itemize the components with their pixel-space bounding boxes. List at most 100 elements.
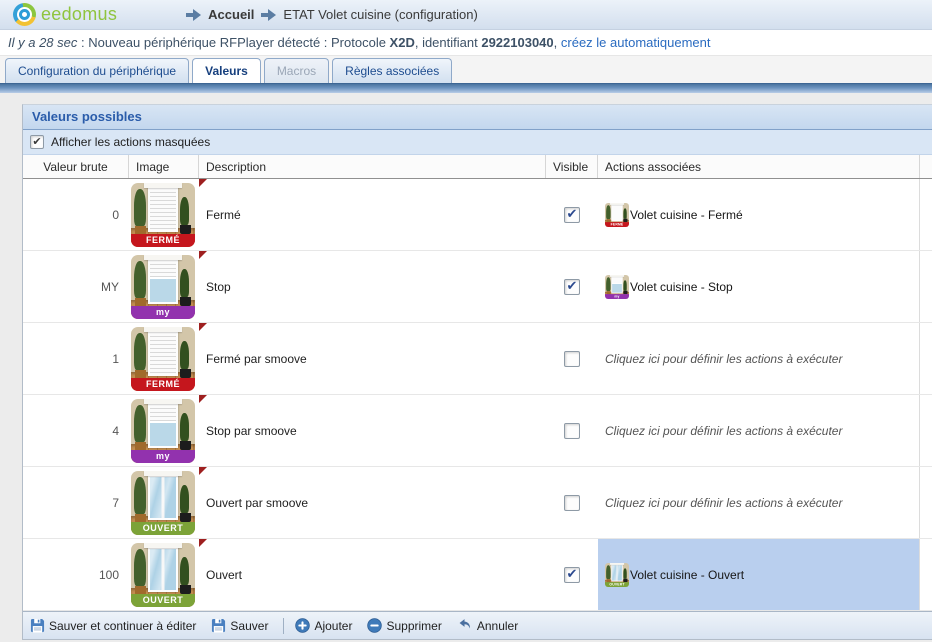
edited-marker-icon (199, 179, 207, 187)
edited-marker-icon (199, 395, 207, 403)
visible-checkbox[interactable] (564, 495, 580, 511)
add-button[interactable]: Ajouter (295, 618, 352, 633)
breadcrumb-current: ETAT Volet cuisine (configuration) (283, 7, 477, 22)
visible-checkbox[interactable] (564, 567, 580, 583)
volet-state-image: my (605, 275, 629, 299)
plus-circle-icon (295, 618, 310, 633)
table-row: 100 OUVERT Ouvert OUVERT Volet cuisine -… (23, 539, 932, 611)
actions-cell[interactable]: OUVERT Volet cuisine - Ouvert (598, 539, 920, 610)
notification-text: : Nouveau périphérique RFPlayer détecté … (77, 35, 389, 50)
button-label: Sauver (230, 619, 268, 633)
image-cell[interactable]: OUVERT (129, 539, 199, 610)
extra-cell (920, 323, 932, 394)
extra-cell (920, 395, 932, 466)
value-cell[interactable]: 1 (23, 323, 129, 394)
plant-icon (180, 413, 191, 450)
visible-cell (546, 179, 598, 250)
actions-cell[interactable]: FERMÉ Volet cuisine - Fermé (598, 179, 920, 250)
eedomus-logo[interactable]: eedomus (13, 3, 117, 26)
description-cell[interactable]: Ouvert par smoove (199, 467, 546, 538)
image-cell[interactable]: my (129, 395, 199, 466)
value-cell[interactable]: 4 (23, 395, 129, 466)
plant-icon (606, 277, 611, 294)
volet-state-image: OUVERT (605, 563, 629, 587)
actions-cell[interactable]: Cliquez ici pour définir les actions à e… (598, 467, 920, 538)
plant-icon (180, 269, 191, 306)
visible-checkbox[interactable] (564, 423, 580, 439)
visible-cell (546, 323, 598, 394)
state-banner-label: OUVERT (131, 522, 195, 535)
plant-icon (180, 557, 191, 594)
save-button[interactable]: Sauver (211, 618, 268, 633)
volet-state-image: FERMÉ (131, 327, 195, 391)
window (148, 331, 178, 376)
tab-valeurs[interactable]: Valeurs (192, 58, 261, 83)
value-cell[interactable]: 100 (23, 539, 129, 610)
action-placeholder: Cliquez ici pour définir les actions à e… (605, 424, 842, 438)
column-header-extra (920, 155, 932, 178)
cancel-button[interactable]: Annuler (457, 618, 518, 633)
image-cell[interactable]: FERMÉ (129, 179, 199, 250)
tab-configuration-du-peripherique[interactable]: Configuration du périphérique (5, 58, 189, 83)
volet-state-image: my (131, 255, 195, 319)
delete-button[interactable]: Supprimer (367, 618, 441, 633)
table-row: 1 FERMÉ Fermé par smoove Cliquez ici pour… (23, 323, 932, 395)
window-lintel (144, 183, 182, 188)
table-row: 7 OUVERT Ouvert par smoove Cliquez ici po… (23, 467, 932, 539)
action-thumbnail: OUVERT (605, 563, 629, 587)
spacer (0, 93, 932, 104)
notification-text: , identifiant (415, 35, 482, 50)
button-label: Annuler (477, 619, 518, 633)
image-cell[interactable]: OUVERT (129, 467, 199, 538)
window (148, 187, 178, 232)
breadcrumb-home[interactable]: Accueil (208, 7, 254, 22)
description-cell[interactable]: Fermé (199, 179, 546, 250)
visible-checkbox[interactable] (564, 207, 580, 223)
plant-icon (134, 405, 146, 451)
plant-icon (623, 568, 627, 582)
logo-text: eedomus (41, 4, 117, 25)
plant-icon (623, 208, 627, 222)
description-cell[interactable]: Ouvert (199, 539, 546, 610)
plant-icon (134, 549, 146, 595)
actions-cell[interactable]: Cliquez ici pour définir les actions à e… (598, 395, 920, 466)
bottom-toolbar: Sauver et continuer à éditer Sauver Ajou… (23, 611, 932, 639)
table-row: 4 my Stop par smoove Cliquez ici pour déf… (23, 395, 932, 467)
eedomus-logo-icon (13, 3, 36, 26)
tab-bar: Configuration du périphérique Valeurs Ma… (0, 56, 932, 83)
state-banner-label: FERMÉ (131, 378, 195, 391)
window (611, 204, 622, 221)
create-device-link[interactable]: créez le automatiquement (561, 35, 711, 50)
undo-icon (457, 618, 473, 633)
actions-cell[interactable]: Cliquez ici pour définir les actions à e… (598, 323, 920, 394)
description-cell[interactable]: Fermé par smoove (199, 323, 546, 394)
description-cell[interactable]: Stop (199, 251, 546, 322)
visible-checkbox[interactable] (564, 351, 580, 367)
image-cell[interactable]: my (129, 251, 199, 322)
value-cell[interactable]: 0 (23, 179, 129, 250)
image-cell[interactable]: FERMÉ (129, 323, 199, 394)
column-header-description: Description (199, 155, 546, 178)
edited-marker-icon (199, 323, 207, 331)
visible-cell (546, 395, 598, 466)
save-and-continue-button[interactable]: Sauver et continuer à éditer (30, 618, 196, 633)
state-banner-label: FERMÉ (605, 222, 629, 227)
value-cell[interactable]: MY (23, 251, 129, 322)
description-cell[interactable]: Stop par smoove (199, 395, 546, 466)
plant-icon (134, 189, 146, 235)
value-cell[interactable]: 7 (23, 467, 129, 538)
volet-state-image: OUVERT (131, 543, 195, 607)
state-banner-label: OUVERT (131, 594, 195, 607)
visible-checkbox[interactable] (564, 279, 580, 295)
actions-cell[interactable]: my Volet cuisine - Stop (598, 251, 920, 322)
column-header-visible: Visible (546, 155, 598, 178)
show-masked-label: Afficher les actions masquées (51, 135, 210, 149)
breadcrumb: Accueil ETAT Volet cuisine (configuratio… (179, 7, 478, 22)
window (148, 403, 178, 448)
show-masked-checkbox[interactable] (30, 135, 44, 149)
notification-text: , (554, 35, 561, 50)
plant-icon (606, 205, 611, 222)
plant-icon (180, 341, 191, 378)
tab-regles-associees[interactable]: Règles associées (332, 58, 452, 83)
state-banner-label: OUVERT (605, 582, 629, 587)
